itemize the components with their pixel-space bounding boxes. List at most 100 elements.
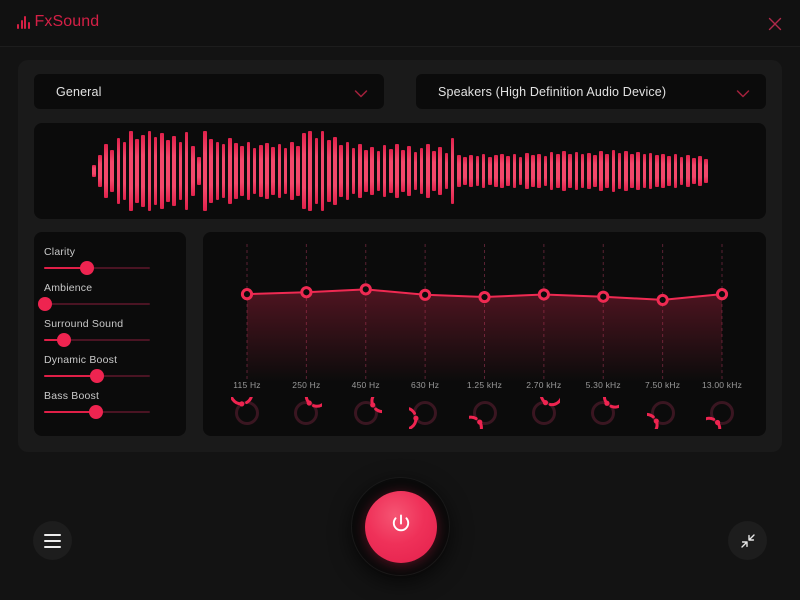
slider-label: Clarity: [44, 246, 76, 258]
equalizer-knob[interactable]: [229, 381, 263, 429]
visualizer-bar: [685, 155, 690, 187]
audio-visualizer: [34, 123, 766, 219]
effect-sliders-panel: Clarity Ambience Surround Sound Dynamic Boo…: [34, 232, 186, 436]
equalizer-knob[interactable]: [697, 397, 738, 436]
visualizer-bar: [698, 156, 702, 186]
slider-clarity[interactable]: [44, 262, 150, 274]
chevron-down-icon: [736, 86, 750, 104]
equalizer-band-point[interactable]: [597, 290, 610, 303]
slider-dynamic-boost[interactable]: [44, 370, 150, 382]
visualizer-bar: [370, 147, 374, 195]
visualizer-bar: [91, 165, 96, 177]
visualizer-bar: [624, 150, 628, 192]
visualizer-bar: [673, 154, 678, 188]
equalizer-curve-graph[interactable]: [203, 232, 766, 382]
slider-row: Bass Boost: [44, 390, 172, 418]
equalizer-knob[interactable]: [634, 397, 679, 436]
slider-fill: [44, 411, 96, 413]
visualizer-bar: [110, 149, 115, 193]
visualizer-bar: [308, 131, 313, 211]
close-icon[interactable]: [764, 13, 786, 35]
visualizer-bar: [234, 143, 238, 199]
visualizer-bar: [178, 142, 183, 200]
visualizer-bars: [34, 123, 766, 219]
visualizer-bar: [599, 150, 603, 192]
visualizer-bar: [401, 149, 405, 193]
visualizer-bar: [568, 153, 572, 189]
equalizer-band-point[interactable]: [478, 290, 491, 304]
equalizer-band-point[interactable]: [300, 286, 313, 299]
visualizer-bar: [246, 142, 251, 200]
equalizer-band-point[interactable]: [715, 288, 729, 301]
visualizer-bar: [555, 154, 560, 188]
equalizer-knob[interactable]: [528, 382, 564, 429]
visualizer-bar: [289, 142, 294, 200]
equalizer-band-point[interactable]: [240, 288, 254, 301]
chevron-down-icon: [354, 86, 368, 104]
visualizer-bar: [265, 143, 269, 199]
equalizer-frequency-label: 630 Hz: [411, 380, 440, 390]
equalizer-area-fill: [247, 289, 722, 382]
visualizer-bar: [642, 154, 647, 188]
visualizer-bar: [333, 136, 337, 206]
slider-knob[interactable]: [58, 334, 71, 346]
visualizer-bar: [487, 157, 492, 185]
equalizer-band-point[interactable]: [537, 288, 550, 301]
equalizer-knob[interactable]: [290, 383, 330, 429]
visualizer-bar: [413, 151, 418, 191]
visualizer-bar: [636, 151, 641, 191]
collapse-arrows-icon[interactable]: [728, 521, 767, 560]
equalizer-band-point[interactable]: [419, 288, 432, 301]
visualizer-bar: [506, 156, 511, 186]
slider-ambience[interactable]: [39, 298, 150, 310]
visualizer-bar: [562, 150, 566, 192]
slider-knob[interactable]: [91, 370, 103, 382]
slider-bass-boost[interactable]: [44, 406, 150, 418]
visualizer-bar: [252, 148, 257, 194]
equalizer-panel: 115 Hz 250 Hz 450 Hz 630 Hz 1.25 kHz 2.70 kHz…: [203, 232, 766, 436]
visualizer-bar: [190, 146, 195, 196]
visualizer-bar: [580, 154, 585, 188]
hamburger-menu-icon[interactable]: [33, 521, 72, 560]
slider-knob[interactable]: [89, 406, 102, 418]
power-button[interactable]: [352, 478, 449, 575]
audio-device-dropdown-value: Speakers (High Definition Audio Device): [438, 84, 667, 99]
equalizer-frequency-label: 2.70 kHz: [526, 380, 562, 390]
equalizer-band-point[interactable]: [359, 283, 372, 296]
visualizer-bar: [240, 146, 245, 196]
visualizer-bar: [122, 141, 127, 201]
equalizer-band-point[interactable]: [656, 293, 669, 307]
equalizer-frequency-label: 7.50 kHz: [645, 380, 681, 390]
visualizer-bar: [481, 154, 486, 188]
equalizer-knob[interactable]: [587, 384, 628, 429]
visualizer-bar: [407, 146, 412, 196]
visualizer-bar: [450, 137, 455, 205]
slider-knob[interactable]: [81, 262, 94, 274]
equalizer-frequency-label: 5.30 kHz: [585, 380, 621, 390]
visualizer-bar: [586, 152, 591, 190]
visualizer-bar: [704, 159, 709, 183]
visualizer-bar: [339, 145, 344, 197]
equalizer-knob[interactable]: [393, 397, 441, 431]
audio-device-dropdown[interactable]: Speakers (High Definition Audio Device): [416, 74, 766, 109]
visualizer-bar: [314, 137, 319, 205]
visualizer-bar: [444, 152, 449, 190]
equalizer-knob[interactable]: [350, 389, 395, 429]
slider-surround-sound[interactable]: [44, 334, 150, 346]
visualizer-bar: [172, 136, 176, 206]
slider-knob[interactable]: [39, 298, 52, 310]
equalizer-knobs: [203, 381, 766, 436]
visualizer-bar: [258, 145, 263, 197]
visualizer-bar: [574, 151, 579, 191]
visualizer-bar: [277, 144, 282, 198]
visualizer-bar: [215, 141, 220, 201]
visualizer-bar: [531, 155, 535, 187]
equalizer-knob[interactable]: [458, 397, 501, 436]
app-title: FxSound: [34, 13, 100, 30]
preset-dropdown[interactable]: General: [34, 74, 384, 109]
slider-row: Dynamic Boost: [44, 354, 172, 382]
visualizer-bar: [605, 153, 610, 189]
visualizer-bar: [525, 152, 529, 190]
equalizer-frequency-label: 1.25 kHz: [466, 380, 503, 390]
equalizer-frequency-labels: 115 Hz 250 Hz 450 Hz 630 Hz 1.25 kHz 2.70 kHz…: [203, 380, 766, 394]
